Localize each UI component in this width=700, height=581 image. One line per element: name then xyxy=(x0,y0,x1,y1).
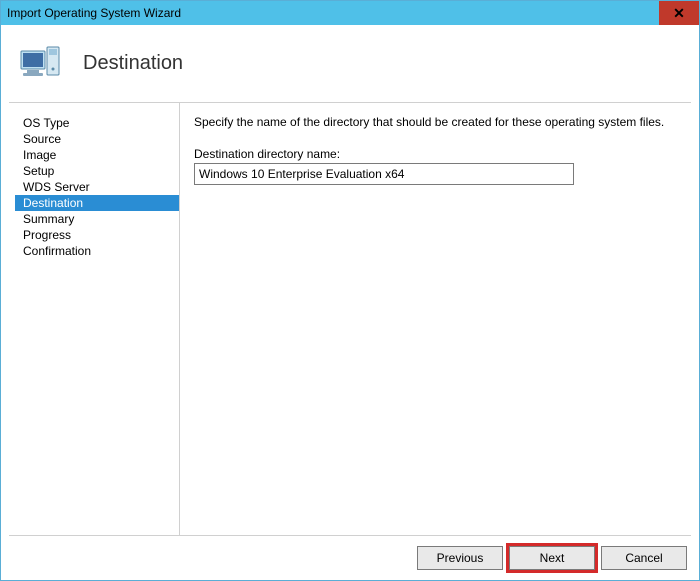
window-title: Import Operating System Wizard xyxy=(1,6,181,20)
close-button[interactable]: ✕ xyxy=(659,1,699,25)
sidebar-item-step[interactable]: Progress xyxy=(15,227,179,243)
sidebar-item-step[interactable]: Summary xyxy=(15,211,179,227)
sidebar-item-step[interactable]: OS Type xyxy=(15,115,179,131)
wizard-body: OS TypeSourceImageSetupWDS ServerDestina… xyxy=(9,102,691,535)
sidebar-item-step[interactable]: Destination xyxy=(15,195,179,211)
sidebar-item-step[interactable]: Source xyxy=(15,131,179,147)
wizard-footer: Previous Next Cancel xyxy=(9,535,691,580)
wizard-main-panel: Specify the name of the directory that s… xyxy=(179,103,691,535)
computer-icon xyxy=(19,43,63,83)
sidebar-item-step[interactable]: Setup xyxy=(15,163,179,179)
close-icon: ✕ xyxy=(673,5,685,22)
previous-button[interactable]: Previous xyxy=(417,546,503,570)
destination-directory-input[interactable] xyxy=(194,163,574,185)
next-button[interactable]: Next xyxy=(509,546,595,570)
wizard-window: Import Operating System Wizard ✕ Destina… xyxy=(0,0,700,581)
sidebar-item-step[interactable]: Confirmation xyxy=(15,243,179,259)
page-title: Destination xyxy=(83,52,183,75)
sidebar-item-step[interactable]: WDS Server xyxy=(15,179,179,195)
titlebar: Import Operating System Wizard ✕ xyxy=(1,1,699,25)
field-label: Destination directory name: xyxy=(194,147,677,161)
sidebar-item-step[interactable]: Image xyxy=(15,147,179,163)
cancel-button[interactable]: Cancel xyxy=(601,546,687,570)
wizard-steps-sidebar: OS TypeSourceImageSetupWDS ServerDestina… xyxy=(9,103,179,535)
instruction-text: Specify the name of the directory that s… xyxy=(194,115,677,129)
wizard-header: Destination xyxy=(1,25,699,102)
